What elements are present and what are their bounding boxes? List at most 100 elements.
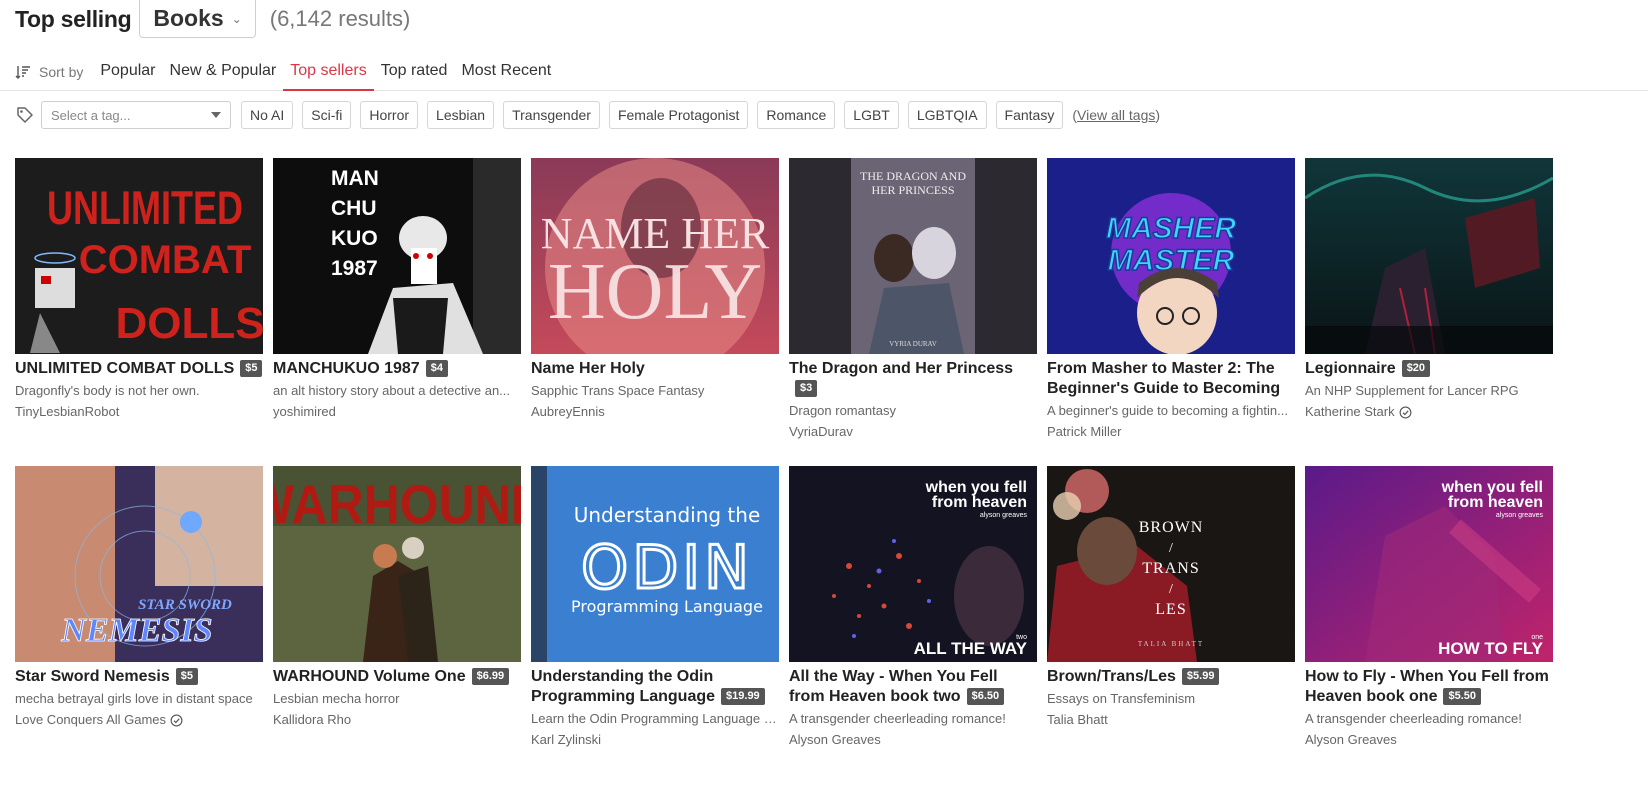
book-author[interactable]: Love Conquers All Games: [15, 711, 263, 729]
svg-text:VYRIA DURAV: VYRIA DURAV: [889, 340, 937, 348]
tag-select[interactable]: Select a tag...: [41, 101, 231, 129]
book-cover[interactable]: Understanding the ODIN Programming Langu…: [531, 466, 779, 662]
book-title[interactable]: The Dragon and Her Princess$3: [789, 359, 1037, 399]
book-description: A beginner's guide to becoming a fightin…: [1047, 403, 1288, 418]
tag-button[interactable]: LGBTQIA: [907, 101, 987, 129]
tag-button[interactable]: Horror: [360, 101, 419, 129]
book-card[interactable]: UNLIMITED COMBAT DOLLS UNLIMITED COMBAT …: [15, 158, 263, 441]
book-author[interactable]: AubreyEnnis: [531, 403, 779, 421]
book-description: Dragonfly's body is not her own.: [15, 383, 200, 398]
price-badge: $5.99: [1181, 668, 1220, 685]
book-author[interactable]: Alyson Greaves: [1305, 731, 1553, 749]
book-card[interactable]: NAME HER HOLY Name Her Holy Sapphic Tran…: [531, 158, 779, 441]
svg-text:Understanding the: Understanding the: [574, 503, 761, 527]
svg-text:STAR SWORD: STAR SWORD: [138, 597, 232, 613]
tab-top-rated[interactable]: Top rated: [374, 52, 455, 91]
book-card[interactable]: MAN CHU KUO 1987 MANCHUKUO 1987 $4 an alt…: [273, 158, 521, 441]
price-badge: $5: [240, 360, 263, 377]
book-cover[interactable]: WARHOUND: [273, 466, 521, 662]
price-badge: $3: [795, 380, 818, 397]
svg-text:/: /: [1169, 582, 1173, 597]
page-header: Top selling Books ⌄ (6,142 results): [15, 0, 410, 38]
book-card[interactable]: THE DRAGON AND HER PRINCESS VYRIA DURAV …: [789, 158, 1037, 441]
tag-button[interactable]: Lesbian: [427, 101, 495, 129]
book-title[interactable]: UNLIMITED COMBAT DOLLS $5: [15, 359, 263, 379]
svg-text:alyson greaves: alyson greaves: [980, 512, 1028, 519]
book-cover[interactable]: BROWN / TRANS / LES TALIA BHATT: [1047, 466, 1295, 662]
book-description: an alt history story about a detective a…: [273, 383, 511, 398]
book-author[interactable]: Katherine Stark: [1305, 403, 1553, 421]
tag-button[interactable]: Sci-fi: [302, 101, 352, 129]
book-title[interactable]: Star Sword Nemesis $5: [15, 667, 263, 687]
book-author[interactable]: Patrick Miller: [1047, 423, 1295, 441]
tag-button[interactable]: Female Protagonist: [608, 101, 749, 129]
book-author[interactable]: VyriaDurav: [789, 423, 1037, 441]
book-title[interactable]: Brown/Trans/Les $5.99: [1047, 667, 1295, 687]
book-author[interactable]: Alyson Greaves: [789, 731, 1037, 749]
book-card[interactable]: when you fell from heaven alyson greaves…: [1305, 466, 1553, 749]
svg-text:MASHER: MASHER: [1106, 212, 1236, 245]
svg-text:KUO: KUO: [331, 227, 378, 250]
tab-popular[interactable]: Popular: [93, 52, 162, 91]
book-card[interactable]: BROWN / TRANS / LES TALIA BHATT Brown/Tr…: [1047, 466, 1295, 749]
view-all-tags-link[interactable]: View all tags: [1077, 107, 1155, 123]
book-cover[interactable]: UNLIMITED COMBAT DOLLS: [15, 158, 263, 354]
tag-button[interactable]: No AI: [241, 101, 294, 129]
svg-text:MAN: MAN: [331, 167, 379, 190]
svg-text:TALIA BHATT: TALIA BHATT: [1138, 640, 1204, 648]
book-card[interactable]: STAR SWORD NEMESIS Star Sword Nemesis $5 …: [15, 466, 263, 749]
tag-button[interactable]: Romance: [757, 101, 836, 129]
book-description: Sapphic Trans Space Fantasy: [531, 383, 705, 398]
svg-text:LES: LES: [1155, 601, 1186, 618]
book-author[interactable]: Karl Zylinski: [531, 731, 779, 749]
sort-icon: [15, 52, 33, 91]
book-cover[interactable]: MAN CHU KUO 1987: [273, 158, 521, 354]
caret-down-icon: [211, 112, 221, 118]
book-title[interactable]: MANCHUKUO 1987 $4: [273, 359, 521, 379]
book-card[interactable]: Legionnaire $20 An NHP Supplement for Lan…: [1305, 158, 1553, 441]
book-title[interactable]: From Masher to Master 2: The Beginner's …: [1047, 359, 1295, 399]
book-title[interactable]: Name Her Holy: [531, 359, 779, 379]
page-title: Top selling: [15, 5, 132, 32]
book-cover[interactable]: [1305, 158, 1553, 354]
book-author[interactable]: Kallidora Rho: [273, 711, 521, 729]
svg-text:ALL THE WAY: ALL THE WAY: [914, 639, 1028, 658]
svg-text:DOLLS: DOLLS: [115, 299, 263, 348]
tag-button[interactable]: LGBT: [844, 101, 899, 129]
book-cover[interactable]: when you fell from heaven alyson greaves…: [1305, 466, 1553, 662]
chevron-down-icon: ⌄: [231, 11, 242, 26]
tab-most-recent[interactable]: Most Recent: [454, 52, 558, 91]
book-cover[interactable]: MASHER MASTER: [1047, 158, 1295, 354]
book-cover[interactable]: when you fell from heaven alyson greaves…: [789, 466, 1037, 662]
book-title[interactable]: WARHOUND Volume One $6.99: [273, 667, 521, 687]
svg-text:THE DRAGON AND: THE DRAGON AND: [860, 169, 966, 183]
tab-top-sellers[interactable]: Top sellers: [283, 52, 374, 91]
tag-button[interactable]: Transgender: [503, 101, 600, 129]
book-card[interactable]: WARHOUND WARHOUND Volume One$6.99 Lesbia…: [273, 466, 521, 749]
book-title[interactable]: How to Fly - When You Fell from Heaven b…: [1305, 667, 1553, 707]
svg-text:NEMESIS: NEMESIS: [60, 612, 212, 649]
book-card[interactable]: Understanding the ODIN Programming Langu…: [531, 466, 779, 749]
book-cover[interactable]: NAME HER HOLY: [531, 158, 779, 354]
book-title[interactable]: Legionnaire $20: [1305, 359, 1553, 379]
book-description: mecha betrayal girls love in distant spa…: [15, 691, 253, 706]
book-card[interactable]: MASHER MASTER From Masher to Master 2: T…: [1047, 158, 1295, 441]
book-cover[interactable]: STAR SWORD NEMESIS: [15, 466, 263, 662]
tab-new-popular[interactable]: New & Popular: [163, 52, 284, 91]
view-all-tags: (View all tags): [1072, 107, 1161, 123]
tag-button[interactable]: Fantasy: [995, 101, 1064, 129]
book-title[interactable]: Understanding the Odin Programming Langu…: [531, 667, 779, 707]
category-dropdown[interactable]: Books ⌄: [139, 0, 256, 38]
book-author[interactable]: TinyLesbianRobot: [15, 403, 263, 421]
svg-text:1987: 1987: [331, 257, 378, 280]
sort-bar: Sort by Popular New & Popular Top seller…: [0, 52, 1648, 91]
book-title[interactable]: All the Way - When You Fell from Heaven …: [789, 667, 1037, 707]
book-author[interactable]: Talia Bhatt: [1047, 711, 1295, 729]
book-author[interactable]: yoshimired: [273, 403, 521, 421]
book-card[interactable]: when you fell from heaven alyson greaves…: [789, 466, 1037, 749]
price-badge: $6.99: [471, 668, 510, 685]
book-description: A transgender cheerleading romance!: [1305, 711, 1522, 726]
svg-text:from heaven: from heaven: [932, 494, 1027, 511]
book-cover[interactable]: THE DRAGON AND HER PRINCESS VYRIA DURAV: [789, 158, 1037, 354]
price-badge: $19.99: [721, 688, 765, 705]
